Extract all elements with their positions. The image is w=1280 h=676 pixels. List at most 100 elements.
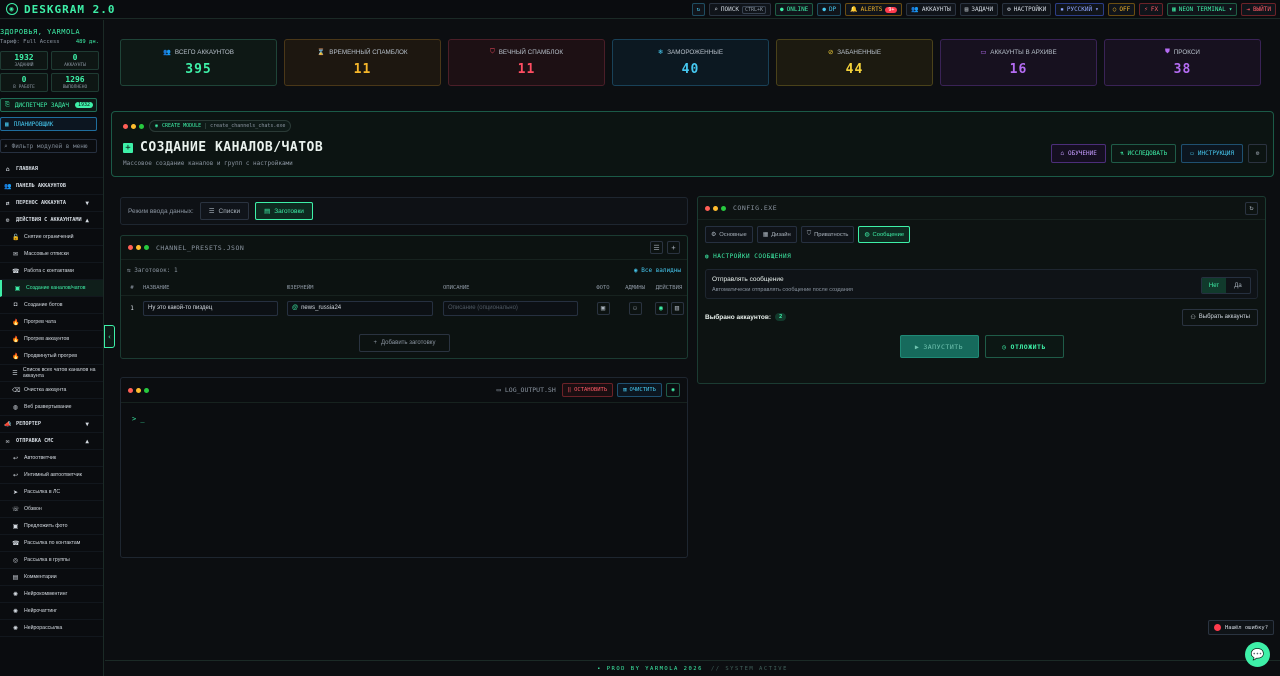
select-accounts-button[interactable]: ⚇ Выбрать аккаунты (1182, 308, 1258, 326)
off-toggle[interactable]: ○ OFF (1107, 3, 1136, 16)
config-tabs: ⚙ Основные ▦ Дизайн ⛉ Приватность ◍ Сообщение (698, 220, 1265, 249)
select-accounts-label: Выбрать аккаунты (1198, 314, 1250, 320)
config-tab[interactable]: ◍ Сообщение (858, 226, 911, 243)
presets-add-button[interactable]: + (667, 241, 680, 254)
add-preset-label: Добавить заготовку (381, 340, 436, 346)
stat-card[interactable]: ⛊ ПРОКСИ 38 (1104, 39, 1261, 86)
chat-button[interactable]: 💬 (1245, 642, 1270, 667)
sidebar-item[interactable]: ✺ Нейрокомментинг (0, 586, 103, 603)
sidebar-item[interactable]: 👥 ПАНЕЛЬ АККАУНТОВ (0, 178, 103, 195)
sidebar-item[interactable]: ☎ Работа с контактами (0, 263, 103, 280)
preset-view-button[interactable]: ◉ (654, 301, 668, 315)
sidebar-item[interactable]: 🔥 Прогрев аккаунтов (0, 331, 103, 348)
sidebar-item[interactable]: ▣ Предложить фото (0, 518, 103, 535)
sidebar-item[interactable]: 🔓 Снятие ограничений (0, 229, 103, 246)
sidebar-item[interactable]: ⌫ Очистка аккаунта (0, 382, 103, 399)
theme-select[interactable]: ▦ NEON TERMINAL ▾ (1167, 3, 1238, 16)
clear-log-button[interactable]: ▥ ОЧИСТИТЬ (617, 383, 662, 397)
sms-icon: ✉ (5, 437, 10, 445)
unsubscribe-icon: ✉ (12, 251, 19, 258)
footer-status: // SYSTEM ACTIVE (710, 665, 788, 672)
dp-status[interactable]: ● DP (817, 3, 842, 16)
sidebar-item[interactable]: 🔥 Продвинутый прогрев (0, 348, 103, 365)
stat-card[interactable]: ⛉ ВЕЧНЫЙ СПАМБЛОК 11 (448, 39, 605, 86)
sidebar-item[interactable]: ➤ Рассылка в ЛС (0, 484, 103, 501)
add-preset-button[interactable]: + Добавить заготовку (359, 334, 450, 352)
sidebar-item[interactable]: ⚙ ДЕЙСТВИЯ С АККАУНТАМИ ▲ (0, 212, 103, 229)
search-button[interactable]: ⌕ ПОИСК CTRL+K (709, 3, 771, 16)
refresh-button[interactable]: ↻ (691, 3, 706, 16)
toggle-yes[interactable]: Да (1226, 278, 1250, 293)
dp-label: DP (828, 6, 837, 13)
autoreply-icon: ↩ (12, 455, 19, 462)
accounts-button[interactable]: 👥 АККАУНТЫ (906, 3, 956, 16)
preset-name-input[interactable]: Ну это какой-то пиздец (143, 300, 278, 316)
stat-card[interactable]: ❄ ЗАМОРОЖЕННЫЕ 40 (612, 39, 769, 86)
sidebar-item[interactable]: ✉ Массовые отписки (0, 246, 103, 263)
config-tab[interactable]: ▦ Дизайн (756, 226, 797, 243)
task-dispatcher-button[interactable]: ⎘ ДИСПЕТЧЕР ЗАДАЧ 1932 (0, 98, 97, 112)
config-tab[interactable]: ⚙ Основные (705, 226, 753, 243)
globe-icon: ◍ (12, 404, 19, 411)
sidebar-item[interactable]: 🔥 Прогрев чата (0, 314, 103, 331)
sidebar-item[interactable]: ✺ Нейрочаттинг (0, 603, 103, 620)
sidebar-item[interactable]: ☎ Рассылка по контактам (0, 535, 103, 552)
shield-icon: ⛉ (806, 231, 812, 237)
sidebar-item[interactable]: ◘ Создание ботов (0, 297, 103, 314)
sidebar-item-label: Массовые отписки (24, 251, 69, 257)
preset-username-input[interactable]: @ news_russia24 (287, 300, 433, 316)
fx-toggle[interactable]: ⚡ FX (1139, 3, 1164, 16)
sidebar-item[interactable]: ☏ Обзвон (0, 501, 103, 518)
mode-presets-button[interactable]: ▤ Заготовки (255, 202, 313, 220)
research-button[interactable]: ⚗ ИССЛЕДОВАТЬ (1110, 144, 1177, 163)
sidebar-item[interactable]: ◍ Веб развертывание (0, 399, 103, 416)
mode-lists-button[interactable]: ☰ Списки (199, 202, 250, 220)
presets-list-button[interactable]: ☰ (650, 241, 663, 254)
log-view-button[interactable]: ◉ (666, 383, 680, 397)
language-select[interactable]: ▪ РУССКИЙ ▾ (1055, 3, 1104, 16)
report-bug-label: Нашёл ошибку? (1224, 624, 1268, 631)
sidebar-item[interactable]: ✺ Нейрорассылка (0, 620, 103, 637)
report-bug-button[interactable]: Нашёл ошибку? (1207, 620, 1274, 635)
sidebar-item[interactable]: ↩ Автоответчик (0, 450, 103, 467)
sidebar-item[interactable]: ✉ ОТПРАВКА СМС ▲ (0, 433, 103, 450)
sidebar-item[interactable]: ▣ Создание каналов/чатов (0, 280, 103, 297)
app-logo[interactable]: ◉ DESKGRAM 2.0 (0, 3, 115, 16)
scheduler-button[interactable]: ▦ ПЛАНИРОВЩИК (0, 117, 97, 131)
tariff-days: 489 дн. (75, 39, 99, 45)
chat-icon: 💬 (1250, 648, 1265, 661)
config-refresh-button[interactable]: ↻ (1245, 201, 1258, 215)
sidebar-item[interactable]: ▤ Комментарии (0, 569, 103, 586)
logout-button[interactable]: ⇥ ВЫЙТИ (1241, 3, 1276, 16)
sidebar-item[interactable]: 📣 РЕПОРТЕР ▼ (0, 416, 103, 433)
learn-button[interactable]: ⌂ ОБУЧЕНИЕ (1051, 144, 1106, 163)
stat-card[interactable]: ⌛ ВРЕМЕННЫЙ СПАМБЛОК 11 (284, 39, 441, 86)
sidebar-item[interactable]: ⌂ ГЛАВНАЯ (0, 161, 103, 178)
toggle-no[interactable]: Нет (1202, 278, 1226, 293)
sidebar-item[interactable]: ⇄ ПЕРЕНОС АККАУНТА ▼ (0, 195, 103, 212)
preset-description-input[interactable]: Описание (опционально) (443, 300, 578, 316)
stat-card[interactable]: ⊘ ЗАБАНЕННЫЕ 44 (776, 39, 933, 86)
tasks-button[interactable]: ▤ ЗАДАЧИ (959, 3, 999, 16)
sidebar-item[interactable]: ☰ Список всех чатов каналов на аккаунта (0, 365, 103, 382)
sidebar-item[interactable]: ↩ Интимный автоответчик (0, 467, 103, 484)
settings-button[interactable]: ⚙ НАСТРОЙКИ (1002, 3, 1052, 16)
instructions-button[interactable]: ▭ ИНСТРУКЦИЯ (1181, 144, 1243, 163)
stat-card[interactable]: 👥 ВСЕГО АККАУНТОВ 395 (120, 39, 277, 86)
postpone-button[interactable]: ◷ ОТЛОЖИТЬ (984, 335, 1064, 358)
alerts-button[interactable]: 🔔 ALERTS 9+ (845, 3, 903, 16)
config-tab[interactable]: ⛉ Приватность (800, 226, 855, 243)
settings-label: НАСТРОЙКИ (1013, 6, 1047, 13)
preset-admins-button[interactable]: ⚇ (628, 301, 642, 315)
message-settings-heading: НАСТРОЙКИ СООБЩЕНИЯ (713, 253, 792, 260)
preset-delete-button[interactable]: ▥ (670, 301, 684, 315)
module-settings-button[interactable]: ⚙ (1248, 144, 1267, 163)
sidebar-item-label: Снятие ограничений (24, 234, 74, 240)
sidebar-item[interactable]: ◎ Рассылка в группы (0, 552, 103, 569)
module-filter-input[interactable]: ⌕ Фильтр модулей в меню (0, 139, 97, 153)
run-button[interactable]: ▶ ЗАПУСТИТЬ (899, 335, 979, 358)
stat-card[interactable]: ▭ АККАУНТЫ В АРХИВЕ 16 (940, 39, 1097, 86)
online-status[interactable]: ● ONLINE (775, 3, 814, 16)
stop-button[interactable]: ‖ ОСТАНОВИТЬ (561, 383, 614, 397)
preset-photo-button[interactable]: ▣ (596, 301, 610, 315)
